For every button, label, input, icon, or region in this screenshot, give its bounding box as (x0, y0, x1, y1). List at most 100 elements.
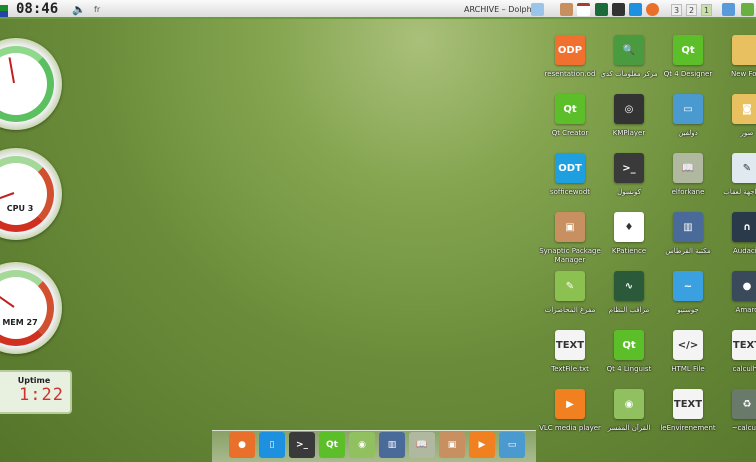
desktop-icon[interactable]: ◉ القرآن المفسر (598, 389, 660, 433)
desktop-icon-label: Synaptic Package Manager (539, 247, 601, 264)
desktop-icon-label: calculho (732, 365, 756, 373)
monitor-tray-icon[interactable] (595, 3, 608, 16)
dock-dolphin-icon[interactable]: ▭ (499, 432, 525, 458)
quran-icon: ◉ (614, 389, 644, 419)
desktop-icon[interactable]: ▣ Synaptic Package Manager (539, 212, 601, 265)
text-file-icon: TEXT (732, 330, 756, 360)
dock-writer-icon[interactable]: ▯ (259, 432, 285, 458)
desktop-icon[interactable]: 🔍 مركز معلومات كدي (598, 35, 660, 79)
desktop-icon[interactable]: ● Amaro (716, 271, 756, 315)
desktop-icon[interactable]: ✎ ات واجهة لعقاب (716, 153, 756, 197)
dock-quran-icon[interactable]: ◉ (349, 432, 375, 458)
desktop-icon-label: مكتبة القرطاس (665, 247, 711, 255)
desktop-icon[interactable]: TEXT calculho (716, 330, 756, 374)
desktop-icon-label: KPatience (611, 247, 647, 255)
desktop-icon[interactable]: ∿ مراقب النظام (598, 271, 660, 315)
dock-library-icon[interactable]: ▥ (379, 432, 405, 458)
qt-linguist-icon: Qt (614, 330, 644, 360)
desktop-icon-label: elforkane (671, 188, 705, 196)
desktop-icon[interactable]: 📖 elforkane (657, 153, 719, 197)
desktop-icon[interactable]: ~ جوستيو (657, 271, 719, 315)
dock-qt-creator-icon[interactable]: Qt (319, 432, 345, 458)
arabic-tray-icon[interactable] (741, 3, 754, 16)
cpu-label: CPU 3 (6, 204, 34, 213)
game-icon: ~ (673, 271, 703, 301)
desktop-3[interactable]: 3 (671, 4, 682, 16)
desktop-icon[interactable]: ODT sofficewodt (539, 153, 601, 197)
vlc-icon: ▶ (555, 389, 585, 419)
desktop-icon[interactable]: ODP resentation.od (539, 35, 601, 79)
desktop-icon[interactable]: ▥ مكتبة القرطاس (657, 212, 719, 256)
active-window-title[interactable]: ARCHIVE – Dolphin (464, 5, 539, 14)
keyboard-layout[interactable]: fr (94, 5, 100, 14)
desktop-icon-label: مراقب النظام (608, 306, 650, 314)
desktop-icon[interactable]: ▶ VLC media player (539, 389, 601, 433)
audacious-icon: ∩ (732, 212, 756, 242)
clock[interactable]: 08:46 (16, 1, 58, 17)
dock-book-icon[interactable]: 📖 (409, 432, 435, 458)
dock-package-icon[interactable]: ▣ (439, 432, 465, 458)
desktop-icon-label: صور (740, 129, 754, 137)
cpu-gauge: CPU 3 (0, 148, 62, 240)
cards-icon: ♦ (614, 212, 644, 242)
desktop-icon[interactable]: </> HTML File (657, 330, 719, 374)
show-desktop-icon[interactable] (722, 3, 735, 16)
dock-firefox-icon[interactable]: ● (229, 432, 255, 458)
writer-tray-icon[interactable] (629, 3, 642, 16)
system-monitor-icon: ∿ (614, 271, 644, 301)
odt-icon: ODT (555, 153, 585, 183)
package-tray-icon[interactable] (560, 3, 573, 16)
konsole-icon: >_ (614, 153, 644, 183)
audio-edit-icon: ✎ (555, 271, 585, 301)
desktop-icon[interactable]: TEXT leEnvirenement (657, 389, 719, 433)
konsole-tray-icon[interactable] (612, 3, 625, 16)
folder-icon (732, 35, 756, 65)
uptime-value: 1:22 (19, 385, 64, 405)
volume-icon[interactable]: 🔈 (72, 3, 86, 16)
desktop-icon-label: القرآن المفسر (607, 424, 651, 432)
desktop-icon-label: KMPlayer (612, 129, 646, 137)
desktop-1[interactable]: 1 (701, 4, 712, 16)
qt-creator-icon: Qt (555, 94, 585, 124)
desktop-icon[interactable]: ∩ Audacio (716, 212, 756, 256)
desktop-icon-label: Amaro (735, 306, 756, 314)
html-file-icon: </> (673, 330, 703, 360)
firefox-tray-icon[interactable] (646, 3, 659, 16)
desktop-icon[interactable]: ♻ ~calculh (716, 389, 756, 433)
text-file-icon: TEXT (555, 330, 585, 360)
desktop-icon[interactable]: TEXT TextFile.txt (539, 330, 601, 374)
desktop-2[interactable]: 2 (686, 4, 697, 16)
uptime-widget: Uptime 1:22 (0, 370, 72, 414)
desktop-icon[interactable]: ◙ صور (716, 94, 756, 138)
book-icon: 📖 (673, 153, 703, 183)
desktop-icon-label: ~calculh (731, 424, 756, 432)
dolphin-task-icon[interactable] (531, 3, 544, 16)
desktop-icon-label: VLC media player (539, 424, 601, 432)
desktop-icon[interactable]: ▭ دولفين (657, 94, 719, 138)
trash-icon: ♻ (732, 389, 756, 419)
desktop-icon[interactable]: ◎ KMPlayer (598, 94, 660, 138)
desktop-icon-label: TextFile.txt (551, 365, 589, 373)
app-menu-icon[interactable] (0, 5, 8, 17)
dock-vlc-icon[interactable]: ▶ (469, 432, 495, 458)
kinfocenter-icon: 🔍 (614, 35, 644, 65)
dock-konsole-icon[interactable]: >_ (289, 432, 315, 458)
dolphin-icon: ▭ (673, 94, 703, 124)
desktop-icon-label: Qt 4 Designer (663, 70, 713, 78)
window-tray-icon[interactable] (577, 3, 590, 16)
library-icon: ▥ (673, 212, 703, 242)
desktop-icon[interactable]: ✎ مفرغ المحاضرات (539, 271, 601, 315)
desktop-icon[interactable]: New Fold (716, 35, 756, 79)
desktop-icon[interactable]: >_ كونسول (598, 153, 660, 197)
desktop-icon[interactable]: Qt Qt 4 Linguist (598, 330, 660, 374)
desktop-icon[interactable]: Qt Qt 4 Designer (657, 35, 719, 79)
pictures-folder-icon: ◙ (732, 94, 756, 124)
desktop-icon-label: resentation.od (544, 70, 596, 78)
uptime-title: Uptime (17, 376, 51, 385)
desktop-icon-label: Audacio (732, 247, 756, 255)
qt-designer-icon: Qt (673, 35, 703, 65)
amarok-icon: ● (732, 271, 756, 301)
desktop-icon[interactable]: Qt Qt Creator (539, 94, 601, 138)
desktop-icon[interactable]: ♦ KPatience (598, 212, 660, 256)
odp-icon: ODP (555, 35, 585, 65)
